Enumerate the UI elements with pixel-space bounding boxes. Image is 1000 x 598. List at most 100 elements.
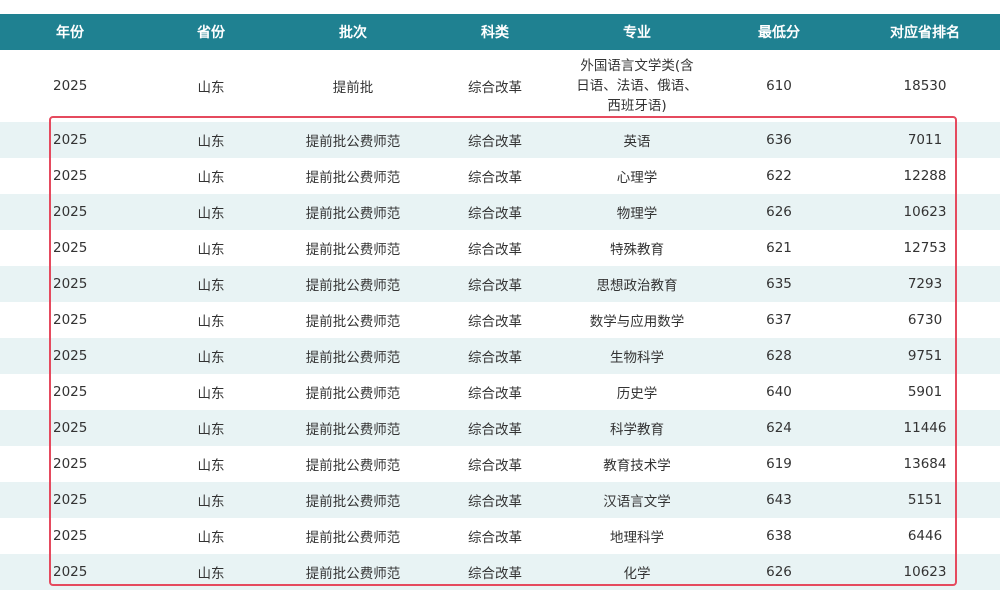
cell-province-rank: 6730 xyxy=(850,302,1000,338)
cell-type: 综合改革 xyxy=(424,482,566,518)
cell-year: 2025 xyxy=(0,194,140,230)
header-province[interactable]: 省份 xyxy=(140,14,282,50)
table-row: 2025 山东 提前批公费师范 综合改革 地理科学 638 6446 xyxy=(0,518,1000,554)
cell-type: 综合改革 xyxy=(424,302,566,338)
cell-min-score: 637 xyxy=(708,302,850,338)
cell-type: 综合改革 xyxy=(424,50,566,122)
cell-year: 2025 xyxy=(0,122,140,158)
cell-min-score: 628 xyxy=(708,338,850,374)
cell-batch: 提前批公费师范 xyxy=(282,230,424,266)
cell-batch: 提前批公费师范 xyxy=(282,410,424,446)
cell-province-rank: 10623 xyxy=(850,554,1000,590)
cell-province-rank: 9751 xyxy=(850,338,1000,374)
cell-min-score: 636 xyxy=(708,122,850,158)
cell-type: 综合改革 xyxy=(424,122,566,158)
cell-year: 2025 xyxy=(0,554,140,590)
header-year[interactable]: 年份 xyxy=(0,14,140,50)
cell-batch: 提前批公费师范 xyxy=(282,338,424,374)
cell-type: 综合改革 xyxy=(424,410,566,446)
cell-batch: 提前批公费师范 xyxy=(282,446,424,482)
cell-province: 山东 xyxy=(140,302,282,338)
cell-batch: 提前批公费师范 xyxy=(282,122,424,158)
table-row: 2025 山东 提前批公费师范 综合改革 生物科学 628 9751 xyxy=(0,338,1000,374)
cell-year: 2025 xyxy=(0,374,140,410)
cell-province-rank: 6446 xyxy=(850,518,1000,554)
header-batch[interactable]: 批次 xyxy=(282,14,424,50)
cell-province: 山东 xyxy=(140,266,282,302)
cell-province: 山东 xyxy=(140,446,282,482)
cell-type: 综合改革 xyxy=(424,194,566,230)
cell-year: 2025 xyxy=(0,482,140,518)
cell-major: 特殊教育 xyxy=(566,230,708,266)
cell-province: 山东 xyxy=(140,194,282,230)
cell-province: 山东 xyxy=(140,338,282,374)
table-row: 2025 山东 提前批 综合改革 外国语言文学类(含日语、法语、俄语、西班牙语) 610 1… xyxy=(0,50,1000,122)
cell-province-rank: 12288 xyxy=(850,158,1000,194)
table-row: 2025 山东 提前批公费师范 综合改革 教育技术学 619 13684 xyxy=(0,446,1000,482)
cell-major: 生物科学 xyxy=(566,338,708,374)
cell-type: 综合改革 xyxy=(424,518,566,554)
table-row: 2025 山东 提前批公费师范 综合改革 数学与应用数学 637 6730 xyxy=(0,302,1000,338)
cell-batch: 提前批公费师范 xyxy=(282,302,424,338)
cell-min-score: 624 xyxy=(708,410,850,446)
cell-type: 综合改革 xyxy=(424,338,566,374)
cell-type: 综合改革 xyxy=(424,374,566,410)
cell-min-score: 640 xyxy=(708,374,850,410)
cell-year: 2025 xyxy=(0,50,140,122)
cell-min-score: 643 xyxy=(708,482,850,518)
table-row: 2025 山东 提前批公费师范 综合改革 汉语言文学 643 5151 xyxy=(0,482,1000,518)
header-min-score[interactable]: 最低分 xyxy=(708,14,850,50)
cell-batch: 提前批公费师范 xyxy=(282,518,424,554)
cell-type: 综合改革 xyxy=(424,554,566,590)
cell-province: 山东 xyxy=(140,50,282,122)
cell-min-score: 635 xyxy=(708,266,850,302)
cell-year: 2025 xyxy=(0,230,140,266)
header-province-rank[interactable]: 对应省排名 xyxy=(850,14,1000,50)
cell-major: 数学与应用数学 xyxy=(566,302,708,338)
cell-province-rank: 7011 xyxy=(850,122,1000,158)
header-type[interactable]: 科类 xyxy=(424,14,566,50)
cell-major: 教育技术学 xyxy=(566,446,708,482)
header-major[interactable]: 专业 xyxy=(566,14,708,50)
cell-min-score: 610 xyxy=(708,50,850,122)
cell-major: 英语 xyxy=(566,122,708,158)
cell-province: 山东 xyxy=(140,554,282,590)
cell-province: 山东 xyxy=(140,374,282,410)
cell-major: 外国语言文学类(含日语、法语、俄语、西班牙语) xyxy=(566,50,708,122)
cell-province: 山东 xyxy=(140,410,282,446)
cell-year: 2025 xyxy=(0,410,140,446)
cell-province: 山东 xyxy=(140,158,282,194)
cell-province-rank: 10623 xyxy=(850,194,1000,230)
cell-batch: 提前批公费师范 xyxy=(282,554,424,590)
cell-type: 综合改革 xyxy=(424,446,566,482)
cell-province-rank: 7293 xyxy=(850,266,1000,302)
cell-major: 物理学 xyxy=(566,194,708,230)
cell-min-score: 621 xyxy=(708,230,850,266)
cell-year: 2025 xyxy=(0,302,140,338)
table-header-row: 年份 省份 批次 科类 专业 最低分 对应省排名 xyxy=(0,14,1000,50)
cell-major: 地理科学 xyxy=(566,518,708,554)
cell-province: 山东 xyxy=(140,122,282,158)
table-row: 2025 山东 提前批公费师范 综合改革 心理学 622 12288 xyxy=(0,158,1000,194)
cell-year: 2025 xyxy=(0,446,140,482)
cell-min-score: 626 xyxy=(708,554,850,590)
cell-type: 综合改革 xyxy=(424,158,566,194)
cell-type: 综合改革 xyxy=(424,230,566,266)
cell-province-rank: 13684 xyxy=(850,446,1000,482)
cell-year: 2025 xyxy=(0,338,140,374)
cell-major: 化学 xyxy=(566,554,708,590)
cell-type: 综合改革 xyxy=(424,266,566,302)
cell-batch: 提前批公费师范 xyxy=(282,194,424,230)
cell-province: 山东 xyxy=(140,230,282,266)
table-row: 2025 山东 提前批公费师范 综合改革 科学教育 624 11446 xyxy=(0,410,1000,446)
table-row: 2025 山东 提前批公费师范 综合改革 思想政治教育 635 7293 xyxy=(0,266,1000,302)
cell-major: 历史学 xyxy=(566,374,708,410)
cell-batch: 提前批公费师范 xyxy=(282,266,424,302)
cell-batch: 提前批公费师范 xyxy=(282,482,424,518)
cell-year: 2025 xyxy=(0,518,140,554)
table-row: 2025 山东 提前批公费师范 综合改革 化学 626 10623 xyxy=(0,554,1000,590)
cell-province: 山东 xyxy=(140,518,282,554)
cell-province-rank: 11446 xyxy=(850,410,1000,446)
cell-province: 山东 xyxy=(140,482,282,518)
cell-province-rank: 12753 xyxy=(850,230,1000,266)
